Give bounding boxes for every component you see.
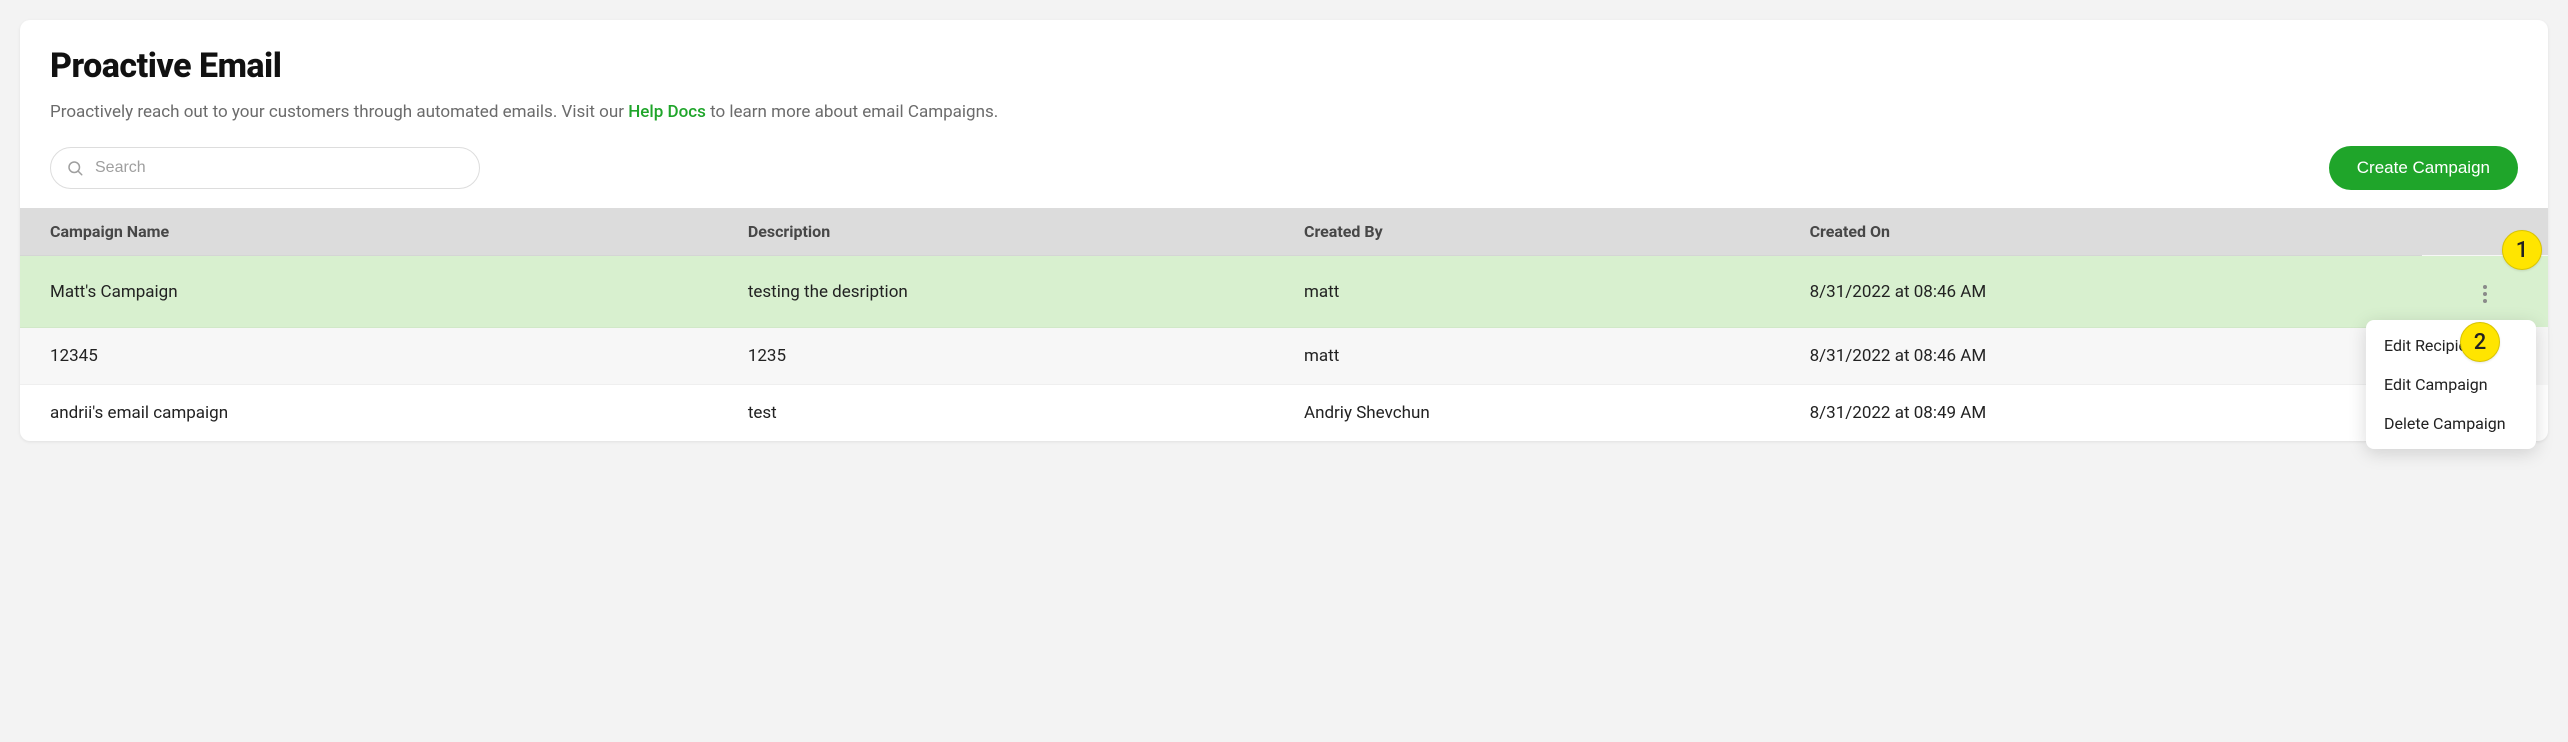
row-actions-button[interactable] (2477, 279, 2493, 309)
row-actions-menu: Edit Recipients Edit Campaign Delete Cam… (2366, 320, 2536, 449)
col-campaign-name: Campaign Name (20, 208, 728, 256)
cell-description: 1235 (728, 328, 1284, 385)
cell-created-by: matt (1284, 328, 1790, 385)
search-icon (66, 159, 84, 177)
cell-campaign-name: 12345 (20, 328, 728, 385)
cell-campaign-name: andrii's email campaign (20, 385, 728, 442)
cell-campaign-name: Matt's Campaign (20, 256, 728, 328)
campaigns-card: Proactive Email Proactively reach out to… (20, 20, 2548, 441)
page-subtitle: Proactively reach out to your customers … (50, 102, 2518, 122)
subtitle-post: to learn more about email Campaigns. (706, 102, 998, 122)
cell-description: testing the desription (728, 256, 1284, 328)
help-docs-link[interactable]: Help Docs (628, 102, 706, 122)
menu-edit-campaign[interactable]: Edit Campaign (2366, 365, 2536, 404)
table-header-row: Campaign Name Description Created By Cre… (20, 208, 2548, 256)
annotation-badge-1: 1 (2502, 230, 2542, 270)
campaigns-table: Campaign Name Description Created By Cre… (20, 208, 2548, 441)
menu-edit-recipients[interactable]: Edit Recipients (2366, 326, 2536, 365)
create-campaign-button[interactable]: Create Campaign (2329, 146, 2518, 190)
table-row[interactable]: andrii's email campaign test Andriy Shev… (20, 385, 2548, 442)
search-wrap (50, 147, 480, 189)
col-description: Description (728, 208, 1284, 256)
menu-delete-campaign[interactable]: Delete Campaign (2366, 404, 2536, 443)
cell-created-on: 8/31/2022 at 08:49 AM (1790, 385, 2422, 442)
page-title: Proactive Email (50, 46, 2518, 86)
cell-description: test (728, 385, 1284, 442)
cell-created-by: matt (1284, 256, 1790, 328)
annotation-badge-2: 2 (2460, 322, 2500, 362)
cell-created-by: Andriy Shevchun (1284, 385, 1790, 442)
subtitle-pre: Proactively reach out to your customers … (50, 102, 628, 122)
col-created-by: Created By (1284, 208, 1790, 256)
col-created-on: Created On (1790, 208, 2422, 256)
card-header: Proactive Email Proactively reach out to… (20, 20, 2548, 122)
table-row[interactable]: Matt's Campaign testing the desription m… (20, 256, 2548, 328)
toolbar: Create Campaign (20, 146, 2548, 208)
search-input[interactable] (50, 147, 480, 189)
table-row[interactable]: 12345 1235 matt 8/31/2022 at 08:46 AM (20, 328, 2548, 385)
cell-created-on: 8/31/2022 at 08:46 AM (1790, 328, 2422, 385)
cell-created-on: 8/31/2022 at 08:46 AM (1790, 256, 2422, 328)
